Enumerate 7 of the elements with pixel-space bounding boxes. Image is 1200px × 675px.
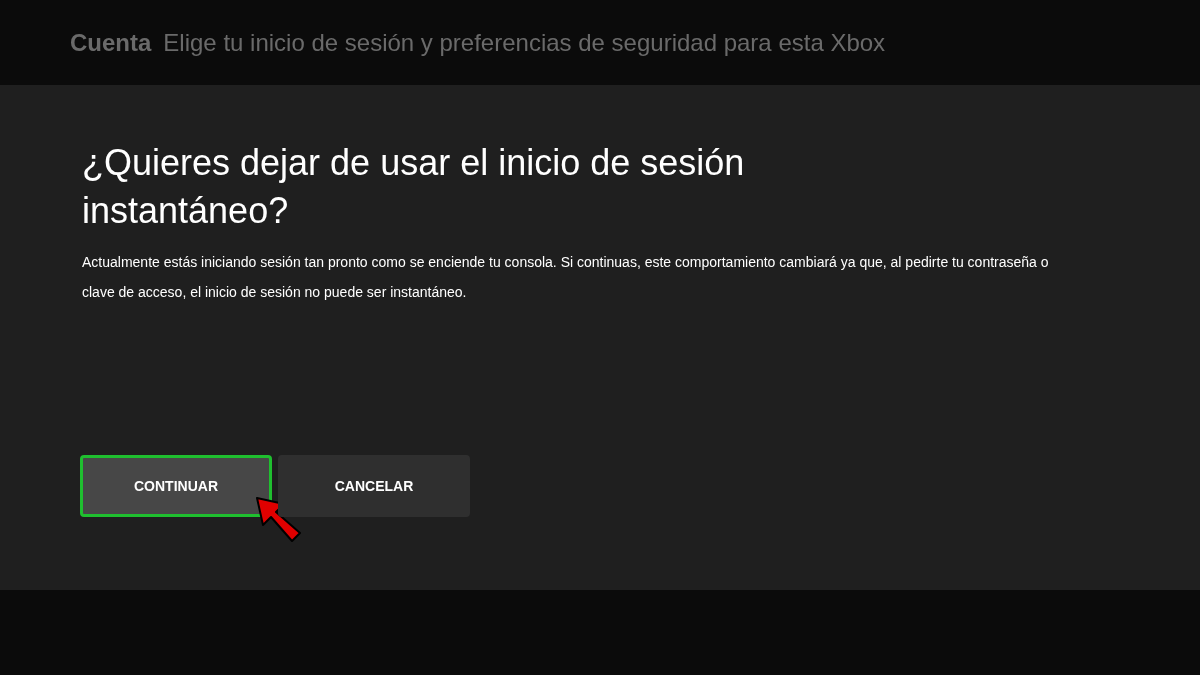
section-title: Cuenta [70,28,152,57]
pointer-arrow-icon [254,495,304,545]
section-subtitle: Elige tu inicio de sesión y preferencias de seguridad para esta Xbox [163,28,886,57]
dialog-title: ¿Quieres dejar de usar el inicio de sesión instantáneo? [82,141,746,233]
dialog-button[interactable]: CONTINUAR [80,455,272,517]
dialog-message: Actualmente estás iniciando sesión tan pronto como se enciende tu consola. Si continuas, este comportamiento cambiará ya que, al pedirte tu contraseña o clave de acceso, el inicio de sesión no puede ser instantáneo. [82,253,1050,302]
dialog-button[interactable]: CANCELAR [278,455,470,517]
